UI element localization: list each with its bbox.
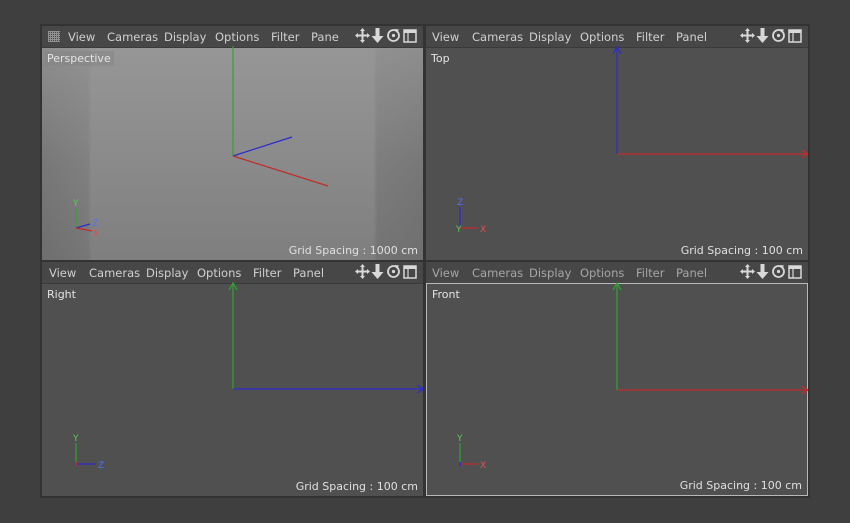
axis-gizmo: Z Y X xyxy=(455,198,486,235)
menu-filter[interactable]: Filter xyxy=(636,30,664,44)
gizmo-z-label: Z xyxy=(92,219,98,229)
gizmo-x-label: X xyxy=(480,225,486,235)
dolly-view-icon[interactable] xyxy=(756,264,769,279)
grid-spacing-label: Grid Spacing : 100 cm xyxy=(295,480,418,493)
rotate-view-icon[interactable] xyxy=(386,264,401,279)
viewport-layout: View Cameras Display Options Filter Pane… xyxy=(40,24,810,498)
viewport-top[interactable]: View Cameras Display Options Filter Pane… xyxy=(426,26,808,260)
menu-cameras[interactable]: Cameras xyxy=(472,266,523,280)
menu-options[interactable]: Options xyxy=(215,30,259,44)
menu-cameras[interactable]: Cameras xyxy=(472,30,523,44)
menu-filter[interactable]: Filter xyxy=(253,266,281,280)
toggle-maximize-icon[interactable] xyxy=(788,265,802,279)
rotate-view-icon[interactable] xyxy=(771,28,786,43)
gizmo-y-label: Y xyxy=(456,434,463,444)
nav-icons xyxy=(740,264,804,281)
axis-gizmo: Y X xyxy=(456,434,486,471)
gizmo-z-label: Z xyxy=(98,461,104,471)
viewport-menubar: View Cameras Display Options Filter Pane… xyxy=(426,262,808,284)
menu-filter[interactable]: Filter xyxy=(636,266,664,280)
menu-view[interactable]: View xyxy=(432,30,459,44)
viewport-menubar: View Cameras Display Options Filter Pane… xyxy=(426,26,808,48)
toggle-maximize-icon[interactable] xyxy=(403,29,417,43)
viewport-canvas[interactable]: Perspective Y Z X Grid Spacing : 1000 cm xyxy=(42,46,423,260)
menu-display[interactable]: Display xyxy=(146,266,188,280)
menu-cameras[interactable]: Cameras xyxy=(107,30,158,44)
menu-options[interactable]: Options xyxy=(580,266,624,280)
viewport-menubar: View Cameras Display Options Filter Pane xyxy=(42,26,423,48)
nav-icons xyxy=(355,28,419,45)
gizmo-y-label: Y xyxy=(72,434,79,444)
toggle-maximize-icon[interactable] xyxy=(788,29,802,43)
menu-options[interactable]: Options xyxy=(580,30,624,44)
axis-gizmo: Y Z X xyxy=(72,199,99,239)
move-view-icon[interactable] xyxy=(740,28,755,43)
menu-panel[interactable]: Panel xyxy=(676,266,707,280)
menu-panel[interactable]: Panel xyxy=(293,266,324,280)
move-view-icon[interactable] xyxy=(355,28,370,43)
grid-spacing-label: Grid Spacing : 100 cm xyxy=(679,479,802,492)
viewport-canvas[interactable]: Front Y X Grid Spacing : 100 cm xyxy=(426,281,808,496)
grid-spacing-label: Grid Spacing : 1000 cm xyxy=(288,244,418,257)
viewport-canvas[interactable]: Top Z Y X Grid Spacing : 100 cm xyxy=(426,45,808,260)
rotate-view-icon[interactable] xyxy=(771,264,786,279)
gizmo-x-label: X xyxy=(93,229,99,239)
gizmo-y-label: Y xyxy=(455,225,462,235)
menu-options[interactable]: Options xyxy=(197,266,241,280)
menu-view[interactable]: View xyxy=(68,30,95,44)
dolly-view-icon[interactable] xyxy=(371,264,384,279)
gizmo-y-label: Y xyxy=(72,199,79,209)
rotate-view-icon[interactable] xyxy=(386,28,401,43)
menu-display[interactable]: Display xyxy=(529,266,571,280)
gizmo-z-label: Z xyxy=(457,198,463,208)
axis-gizmo: Y Z xyxy=(72,434,104,471)
nav-icons xyxy=(355,264,419,281)
menu-view[interactable]: View xyxy=(432,266,459,280)
viewport-menubar: View Cameras Display Options Filter Pane… xyxy=(42,262,423,284)
menu-view[interactable]: View xyxy=(49,266,76,280)
menu-display[interactable]: Display xyxy=(529,30,571,44)
grip-icon[interactable] xyxy=(48,31,60,42)
viewport-canvas[interactable]: Right Y Z Grid Spacing : 100 cm xyxy=(42,281,423,496)
dolly-view-icon[interactable] xyxy=(756,28,769,43)
menu-panel[interactable]: Panel xyxy=(676,30,707,44)
viewport-perspective[interactable]: View Cameras Display Options Filter Pane… xyxy=(42,26,423,260)
menu-panel[interactable]: Pane xyxy=(311,30,339,44)
viewport-front[interactable]: View Cameras Display Options Filter Pane… xyxy=(426,262,808,496)
menu-cameras[interactable]: Cameras xyxy=(89,266,140,280)
menu-filter[interactable]: Filter xyxy=(271,30,299,44)
menu-display[interactable]: Display xyxy=(164,30,206,44)
move-view-icon[interactable] xyxy=(355,264,370,279)
gizmo-x-label: X xyxy=(480,461,486,471)
dolly-view-icon[interactable] xyxy=(371,28,384,43)
toggle-maximize-icon[interactable] xyxy=(403,265,417,279)
viewport-right[interactable]: View Cameras Display Options Filter Pane… xyxy=(42,262,423,496)
nav-icons xyxy=(740,28,804,45)
move-view-icon[interactable] xyxy=(740,264,755,279)
grid-spacing-label: Grid Spacing : 100 cm xyxy=(680,244,803,257)
